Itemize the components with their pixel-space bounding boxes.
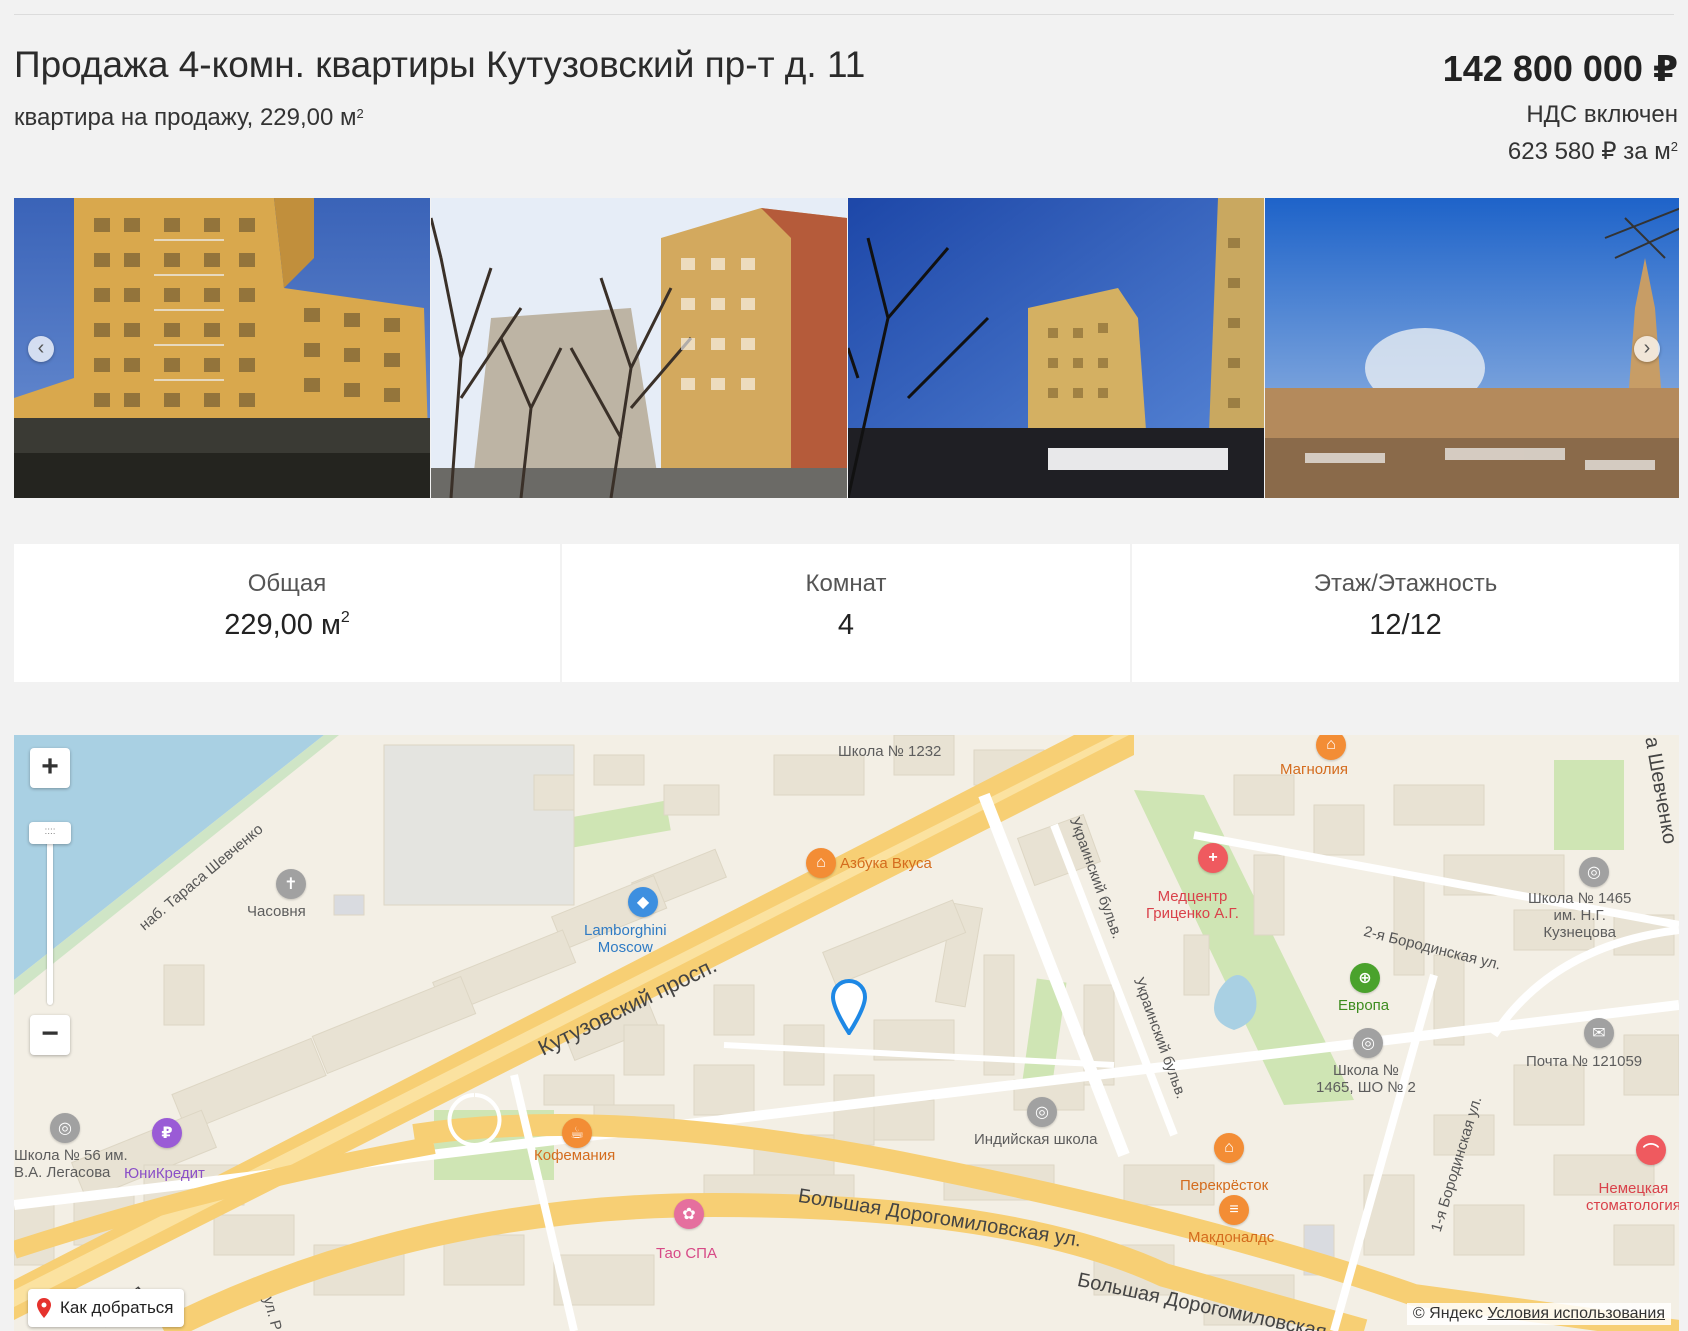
poi-label[interactable]: Индийская школа <box>974 1131 1097 1148</box>
gallery-photo-3[interactable] <box>848 198 1264 498</box>
vat-note: НДС включен <box>1526 101 1678 128</box>
poi-label[interactable]: Тао СПА <box>656 1245 717 1262</box>
map-copyright: © Яндекс Условия использования <box>1406 1303 1671 1325</box>
stat-value: 4 <box>837 609 855 641</box>
stat-floor: Этаж/Этажность 12/12 <box>1132 544 1679 682</box>
zoom-in-button[interactable]: + <box>30 748 70 788</box>
mail-icon[interactable]: ✉ <box>1584 1018 1614 1048</box>
mall-icon[interactable]: ⊕ <box>1350 963 1380 993</box>
medical-icon[interactable]: + <box>1198 843 1228 873</box>
stat-label: Общая <box>247 570 327 597</box>
gallery-next-button[interactable]: › <box>1634 336 1660 362</box>
poi-label[interactable]: Макдоналдс <box>1188 1229 1274 1246</box>
zoom-out-button[interactable]: − <box>30 1015 70 1055</box>
directions-button[interactable]: Как добраться <box>28 1289 184 1327</box>
school-icon[interactable]: ◎ <box>1353 1028 1383 1058</box>
school-icon[interactable]: ◎ <box>50 1113 80 1143</box>
stat-total-area: Общая 229,00 м2 <box>14 544 560 682</box>
stat-value: 229,00 м2 <box>224 609 350 641</box>
key-stats: Общая 229,00 м2 Комнат 4 Этаж/Этажность … <box>14 544 1679 682</box>
directions-label: Как добраться <box>60 1298 174 1317</box>
zoom-slider-track[interactable] <box>47 830 53 1005</box>
stat-label: Комнат <box>805 570 887 597</box>
poi-label: Школа № 1232 <box>838 743 942 760</box>
poi-label[interactable]: Медцентр Гриценко А.Г. <box>1146 888 1239 922</box>
poi-label[interactable]: Кофемания <box>534 1147 615 1164</box>
page-title: Продажа 4-комн. квартиры Кутузовский пр-… <box>14 44 866 85</box>
stat-rooms: Комнат 4 <box>562 544 1130 682</box>
gallery-prev-button[interactable]: ‹ <box>28 336 54 362</box>
location-pin-icon[interactable] <box>831 979 867 1035</box>
poi-label[interactable]: Магнолия <box>1280 761 1348 778</box>
poi-label[interactable]: Азбука Вкуса <box>840 855 932 872</box>
gallery-photo-1[interactable] <box>14 198 430 498</box>
poi-label[interactable]: Перекрёсток <box>1180 1177 1268 1194</box>
map-marker-icon <box>37 1298 51 1318</box>
poi-label[interactable]: Немецкая стоматология <box>1586 1180 1679 1214</box>
photo-gallery[interactable] <box>14 198 1679 498</box>
poi-label[interactable]: Часовня <box>247 903 306 920</box>
terms-link[interactable]: Условия использования <box>1487 1305 1665 1322</box>
gallery-photo-4[interactable] <box>1265 198 1679 498</box>
copyright-text: © Яндекс <box>1412 1305 1483 1322</box>
listing-subtitle: квартира на продажу, 229,00 м2 <box>14 104 364 131</box>
stat-value: 12/12 <box>1369 609 1442 641</box>
shop-icon[interactable]: ⌂ <box>806 848 836 878</box>
cafe-icon[interactable]: ☕ <box>562 1118 592 1148</box>
poi-label[interactable]: Школа № 1465 им. Н.Г. Кузнецова <box>1528 890 1631 941</box>
dental-icon[interactable]: ⌒ <box>1636 1135 1666 1165</box>
stat-label: Этаж/Этажность <box>1313 570 1498 597</box>
school-icon[interactable]: ◎ <box>1027 1097 1057 1127</box>
poi-label[interactable]: Европа <box>1338 997 1389 1014</box>
gallery-photo-2[interactable] <box>431 198 847 498</box>
top-divider <box>14 14 1674 15</box>
car-dealer-icon[interactable]: ◆ <box>628 887 658 917</box>
shop-icon[interactable]: ⌂ <box>1214 1133 1244 1163</box>
fast-food-icon[interactable]: ≡ <box>1219 1195 1249 1225</box>
price-per-meter: 623 580 ₽ за м2 <box>1507 138 1678 165</box>
school-icon[interactable]: ◎ <box>1579 857 1609 887</box>
zoom-slider-handle[interactable]: :::: <box>29 822 71 844</box>
price: 142 800 000 ₽ <box>1442 48 1678 89</box>
poi-label[interactable]: Почта № 121059 <box>1526 1053 1642 1070</box>
poi-label[interactable]: Школа № 56 им. В.А. Легасова <box>14 1147 128 1181</box>
location-map[interactable]: Кутузовский просп. наб. Тараса Шевченко … <box>14 735 1679 1331</box>
spa-icon[interactable]: ✿ <box>674 1199 704 1229</box>
poi-label[interactable]: ЮниКредит <box>124 1165 205 1182</box>
chapel-icon[interactable]: ✝ <box>276 869 306 899</box>
bank-icon[interactable]: ₽ <box>152 1118 182 1148</box>
poi-label[interactable]: Школа № 1465, ШО № 2 <box>1316 1062 1416 1096</box>
poi-label[interactable]: Lamborghini Moscow <box>584 922 667 956</box>
